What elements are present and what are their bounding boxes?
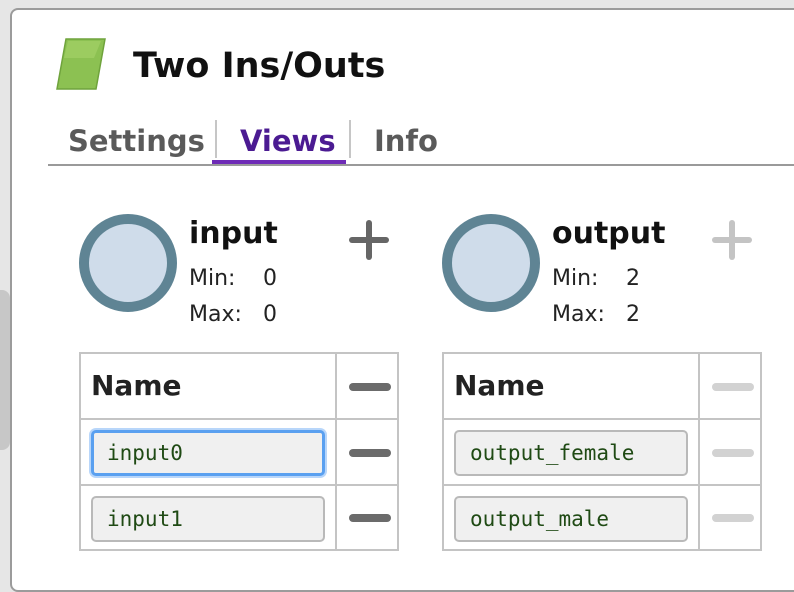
output-views-section: output Min: 2 Max: 2 Name: [442, 210, 772, 555]
output-views-table: Name: [442, 352, 762, 551]
tab-separator: [349, 120, 351, 158]
max-label: Max:: [189, 302, 242, 327]
input-views-section: input Min: 0 Max: 0 Name: [79, 210, 409, 555]
snap-type-icon: [56, 38, 106, 90]
dialog-title: Two Ins/Outs: [133, 46, 386, 86]
max-label: Max:: [552, 302, 605, 327]
tab-separator: [215, 120, 217, 158]
plus-icon-stem: [729, 220, 735, 260]
table-header-row: Name: [81, 354, 397, 420]
table-row: [444, 486, 760, 550]
output-min-row: Min: 2: [552, 264, 640, 294]
table-row: [444, 420, 760, 486]
input-view-circle-icon: [79, 214, 177, 312]
tab-views[interactable]: Views: [240, 118, 336, 164]
output-view-circle-icon: [442, 214, 540, 312]
remove-view-button[interactable]: [712, 449, 754, 457]
input-views-table: Name: [79, 352, 399, 551]
remove-view-button[interactable]: [712, 514, 754, 522]
add-output-view-button[interactable]: [712, 220, 752, 260]
table-row: [81, 486, 397, 550]
input-min-row: Min: 0: [189, 264, 277, 294]
tab-bar: Settings Views Info: [48, 118, 794, 166]
output-views-label: output: [552, 216, 666, 251]
min-label: Min:: [552, 266, 599, 291]
input-max-row: Max: 0: [189, 300, 277, 330]
input-views-label: input: [189, 216, 278, 251]
tab-settings[interactable]: Settings: [68, 118, 205, 164]
remove-icon: [712, 383, 754, 391]
table-header-row: Name: [444, 354, 760, 420]
remove-view-button[interactable]: [349, 449, 391, 457]
remove-view-button[interactable]: [349, 514, 391, 522]
tab-info[interactable]: Info: [374, 118, 438, 164]
remove-icon: [349, 383, 391, 391]
active-tab-indicator: [212, 160, 346, 164]
plus-icon-stem: [366, 220, 372, 260]
output-max-row: Max: 2: [552, 300, 640, 330]
name-column-header: Name: [454, 369, 545, 402]
add-input-view-button[interactable]: [349, 220, 389, 260]
view-name-field[interactable]: [454, 430, 688, 476]
view-name-field[interactable]: [454, 496, 688, 542]
view-name-field[interactable]: [91, 496, 325, 542]
background-edge: [0, 290, 10, 450]
output-min-value: 2: [626, 266, 640, 291]
table-row: [81, 420, 397, 486]
name-column-header: Name: [91, 369, 182, 402]
view-name-field[interactable]: [91, 430, 325, 476]
input-max-value: 0: [263, 302, 277, 327]
input-min-value: 0: [263, 266, 277, 291]
min-label: Min:: [189, 266, 236, 291]
output-max-value: 2: [626, 302, 640, 327]
